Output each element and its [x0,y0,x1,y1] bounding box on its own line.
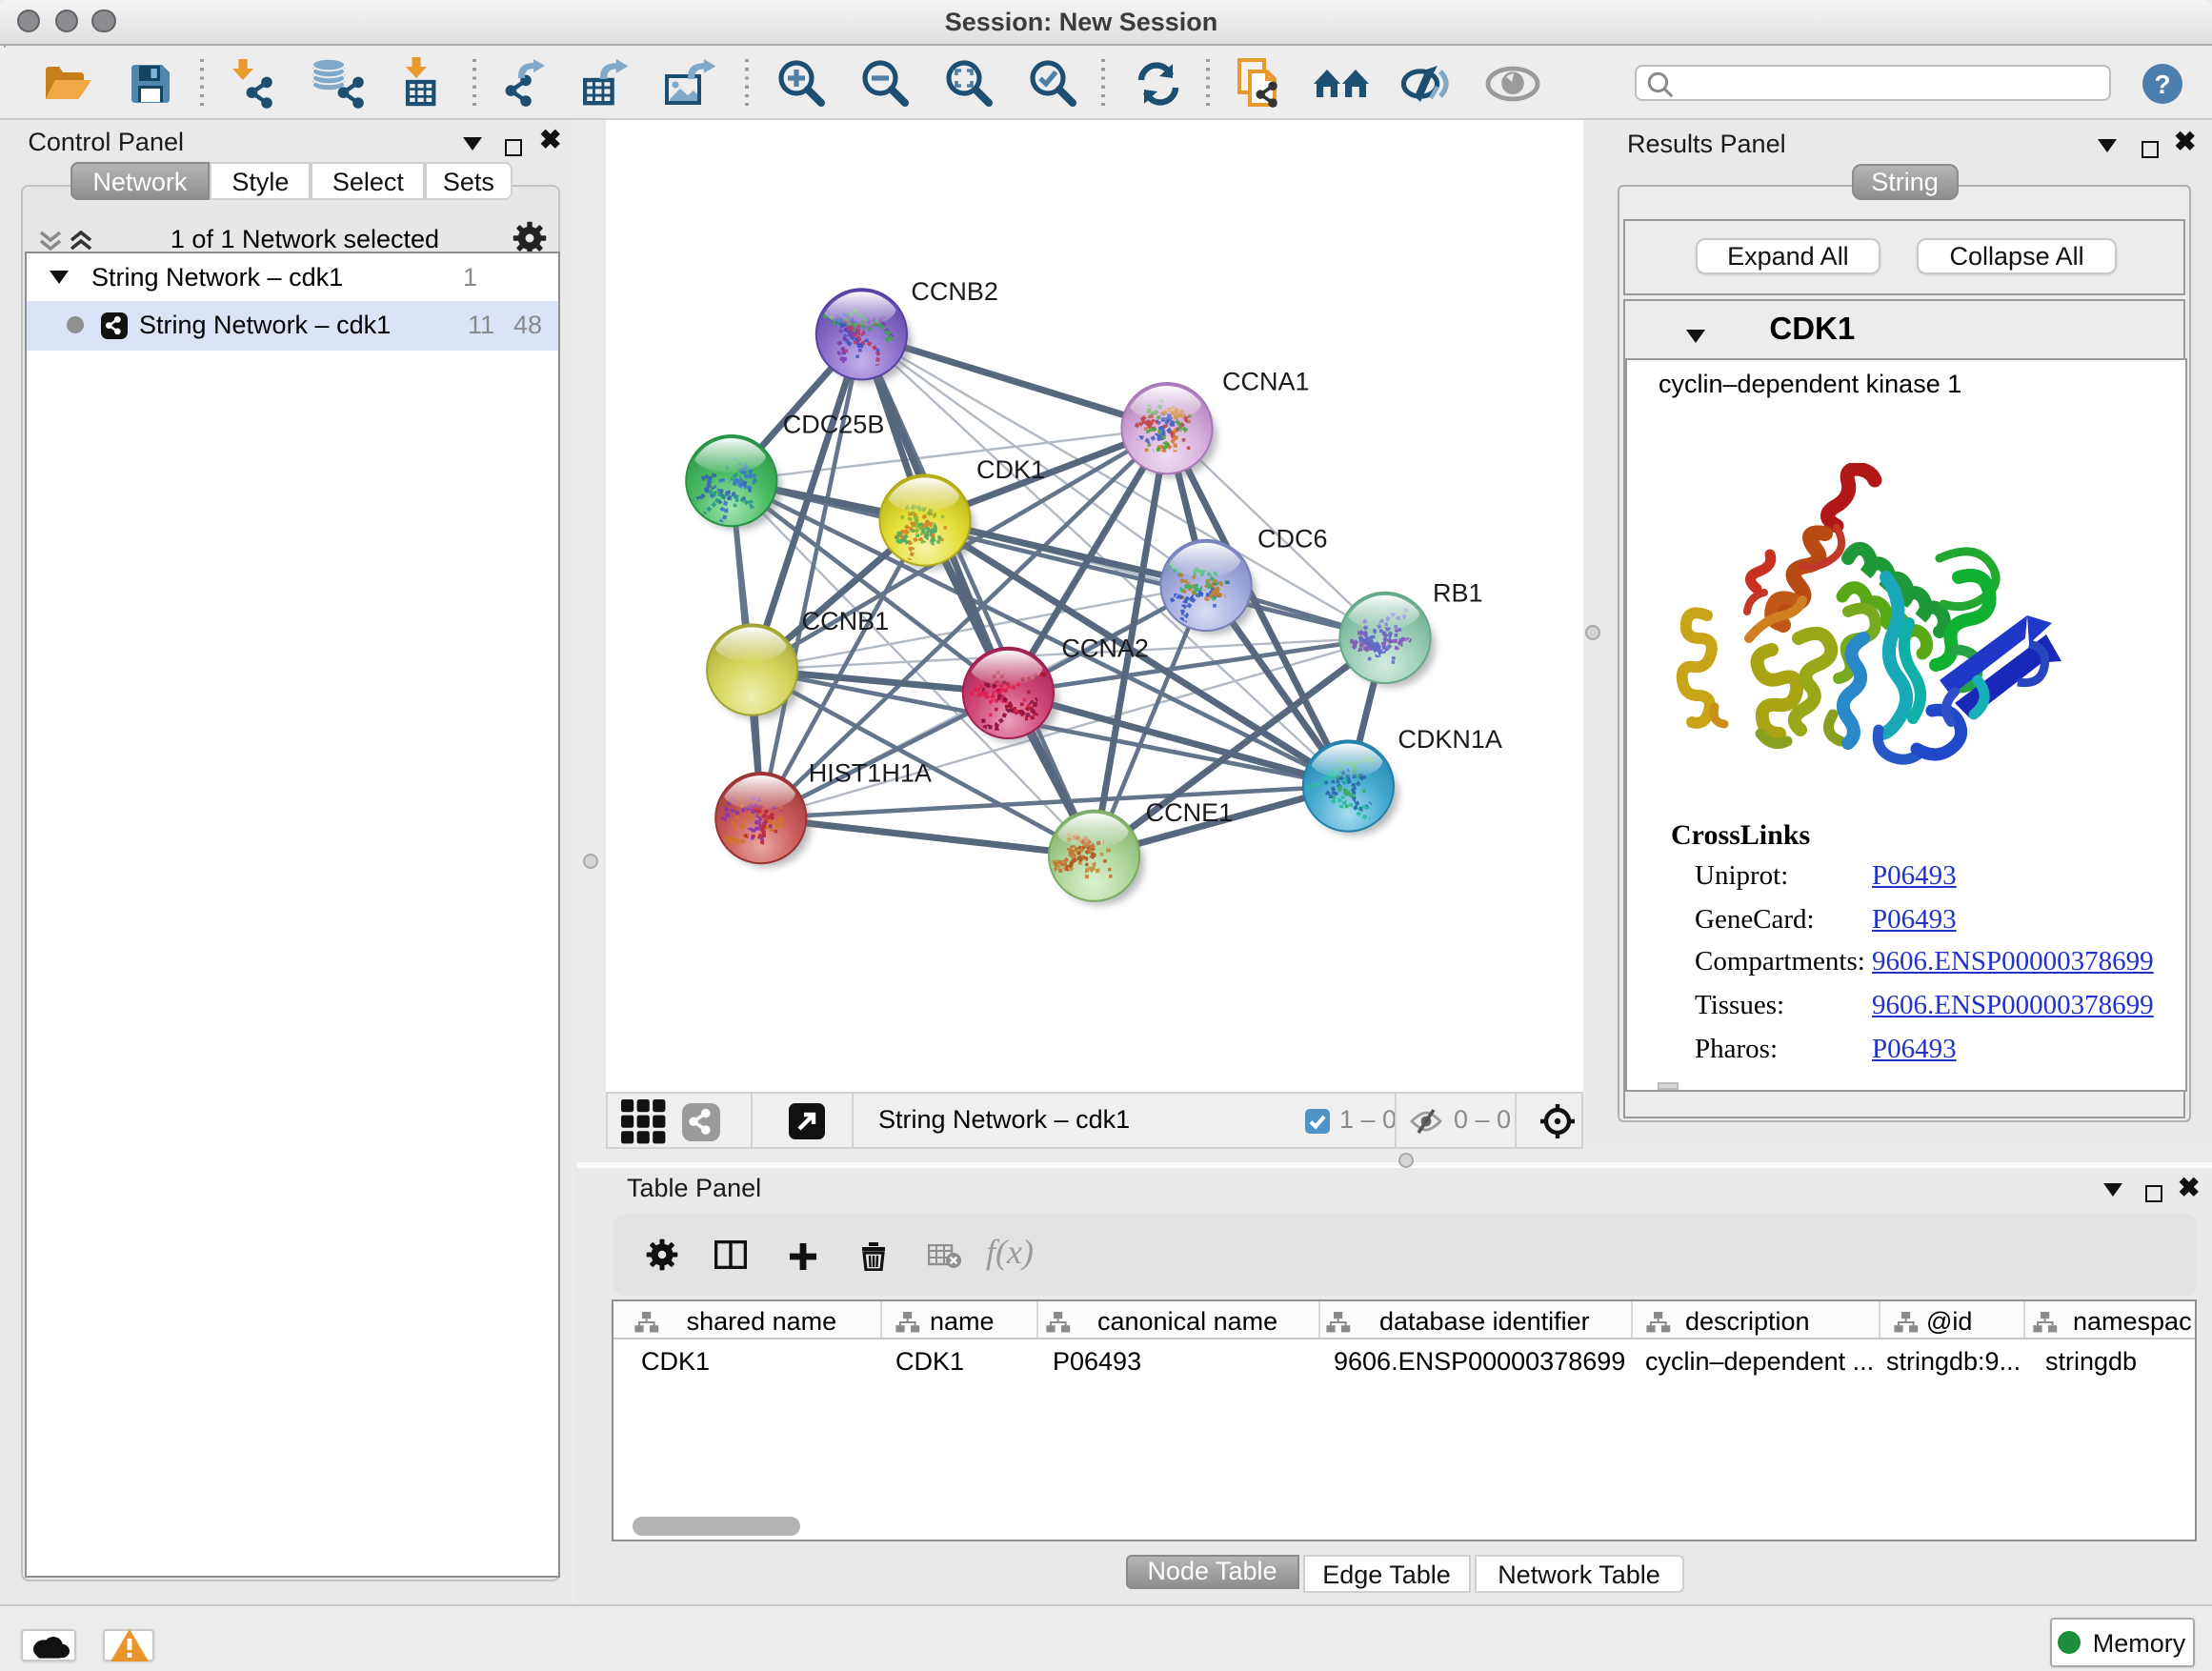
svg-text:CCNA1: CCNA1 [1221,367,1309,395]
svg-text:CDC25B: CDC25B [782,410,884,438]
svg-text:HIST1H1A: HIST1H1A [808,758,931,787]
svg-text:CCNB2: CCNB2 [910,276,997,305]
svg-text:CCNB1: CCNB1 [801,606,889,634]
svg-text:CDK1: CDK1 [975,454,1044,483]
svg-text:CDKN1A: CDKN1A [1397,724,1501,753]
svg-text:CDC6: CDC6 [1257,523,1327,552]
svg-text:CCNA2: CCNA2 [1060,633,1148,661]
svg-text:?: ? [2154,69,2170,98]
svg-text:RB1: RB1 [1432,577,1482,606]
svg-text:CCNE1: CCNE1 [1145,797,1233,826]
